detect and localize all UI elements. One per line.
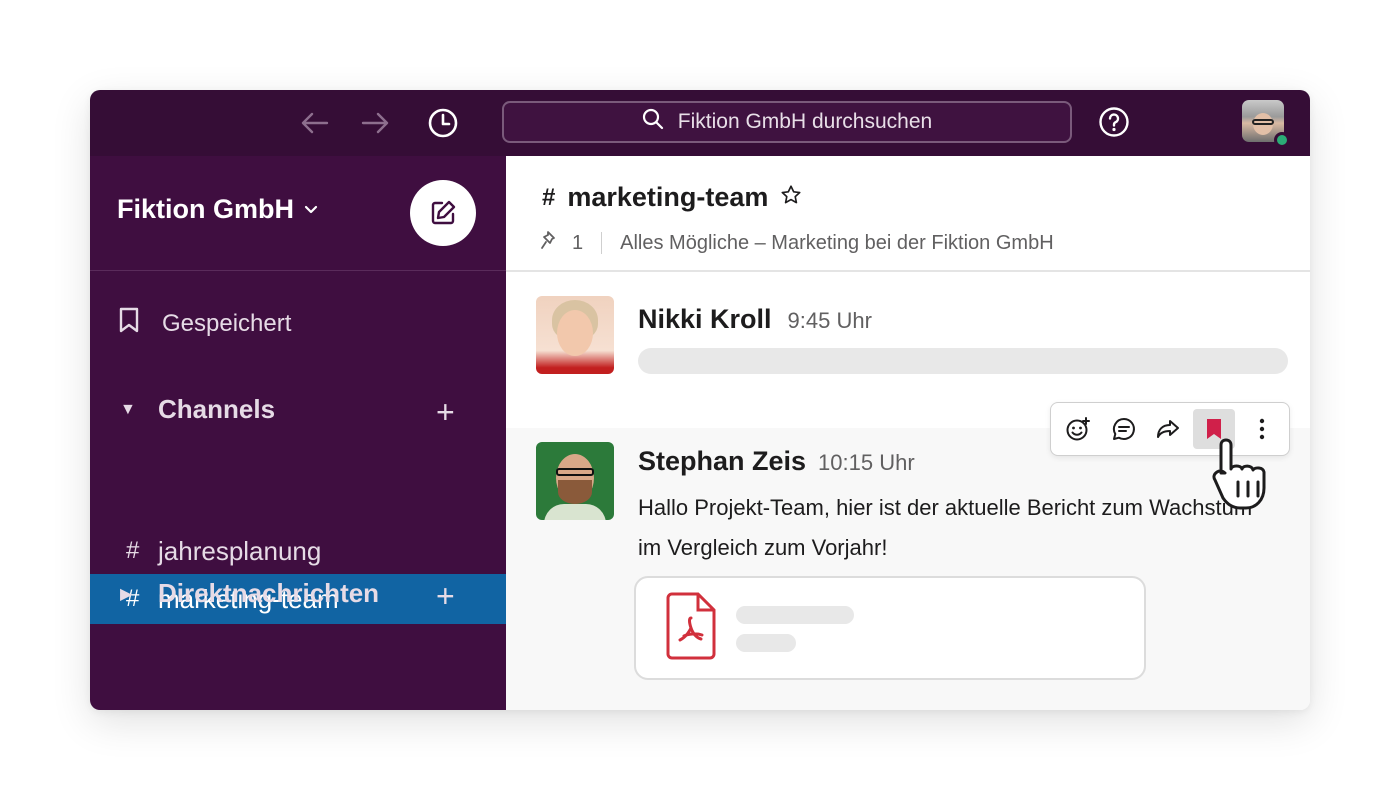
channels-section-toggle[interactable]: ▼ Channels (120, 394, 275, 425)
workspace-switcher[interactable]: Fiktion GmbH (117, 194, 318, 225)
author-name[interactable]: Stephan Zeis (638, 446, 806, 477)
presence-indicator (1274, 132, 1290, 148)
channel-name: jahresplanung (158, 535, 322, 566)
channels-header: Channels (158, 394, 276, 424)
avatar[interactable] (536, 442, 614, 520)
top-bar: Fiktion GmbH durchsuchen (90, 90, 1310, 156)
pin-count[interactable]: 1 (572, 232, 583, 255)
file-name-placeholder (736, 606, 854, 624)
sidebar-item-jahresplanung[interactable]: # jahresplanung (90, 526, 506, 576)
clock-icon[interactable] (426, 106, 460, 140)
channel-description: Alles Mögliche – Marketing bei der Fikti… (620, 231, 1054, 254)
dms-header: Direktnachrichten (158, 578, 380, 608)
sidebar-item-label: Gespeichert (162, 309, 292, 337)
dms-section-toggle[interactable]: ▶ Direktnachrichten (120, 578, 379, 609)
chevron-down-icon (304, 205, 318, 215)
compose-button[interactable] (410, 180, 476, 246)
channel-meta: 1 Alles Mögliche – Marketing bei der Fik… (540, 230, 1054, 256)
avatar[interactable] (536, 296, 614, 374)
caret-right-icon: ▶ (120, 585, 133, 603)
bookmark-icon (118, 306, 140, 341)
author-name[interactable]: Nikki Kroll (638, 304, 772, 335)
sidebar-divider (90, 270, 506, 271)
search-input[interactable]: Fiktion GmbH durchsuchen (502, 101, 1072, 143)
channel-name: marketing-team (567, 182, 769, 212)
message-text: Hallo Projekt-Team, hier ist der aktuell… (638, 495, 1253, 560)
add-channel-button[interactable]: + (436, 396, 455, 428)
pin-icon[interactable] (540, 230, 560, 256)
compose-icon (431, 200, 456, 225)
hash-icon: # (542, 183, 556, 211)
question-circle-icon[interactable] (1097, 105, 1131, 139)
timestamp[interactable]: 9:45 Uhr (788, 308, 872, 334)
star-icon[interactable] (780, 182, 802, 213)
channel-title[interactable]: # marketing-team (542, 182, 802, 213)
hash-icon: # (126, 537, 140, 564)
pdf-file-icon (664, 592, 718, 667)
message-placeholder (638, 348, 1288, 374)
meta-divider (601, 232, 603, 254)
workspace-name: Fiktion GmbH (117, 194, 294, 224)
add-reaction-icon[interactable] (1057, 409, 1099, 449)
app-window: Fiktion GmbH durchsuchen Fiktion GmbH Ge… (90, 90, 1310, 710)
timestamp[interactable]: 10:15 Uhr (818, 450, 915, 476)
reply-thread-icon[interactable] (1103, 409, 1145, 449)
add-dm-button[interactable]: + (436, 580, 455, 612)
sidebar: Fiktion GmbH Gespeichert ▼ Channels + # … (90, 156, 506, 710)
file-size-placeholder (736, 634, 796, 652)
caret-down-icon: ▼ (120, 400, 136, 418)
arrow-right-icon[interactable] (358, 106, 392, 140)
search-placeholder: Fiktion GmbH durchsuchen (677, 110, 933, 133)
message-header: Stephan Zeis 10:15 Uhr (638, 446, 915, 477)
sidebar-item-saved[interactable]: Gespeichert (118, 306, 291, 341)
share-icon[interactable] (1147, 409, 1189, 449)
message-header: Nikki Kroll 9:45 Uhr (638, 304, 872, 335)
arrow-left-icon[interactable] (298, 106, 332, 140)
file-attachment[interactable] (634, 576, 1146, 680)
search-icon (642, 108, 664, 136)
hand-cursor-icon (1212, 436, 1276, 517)
channel-header: # marketing-team 1 Alles Mögliche – Mark… (506, 156, 1310, 272)
